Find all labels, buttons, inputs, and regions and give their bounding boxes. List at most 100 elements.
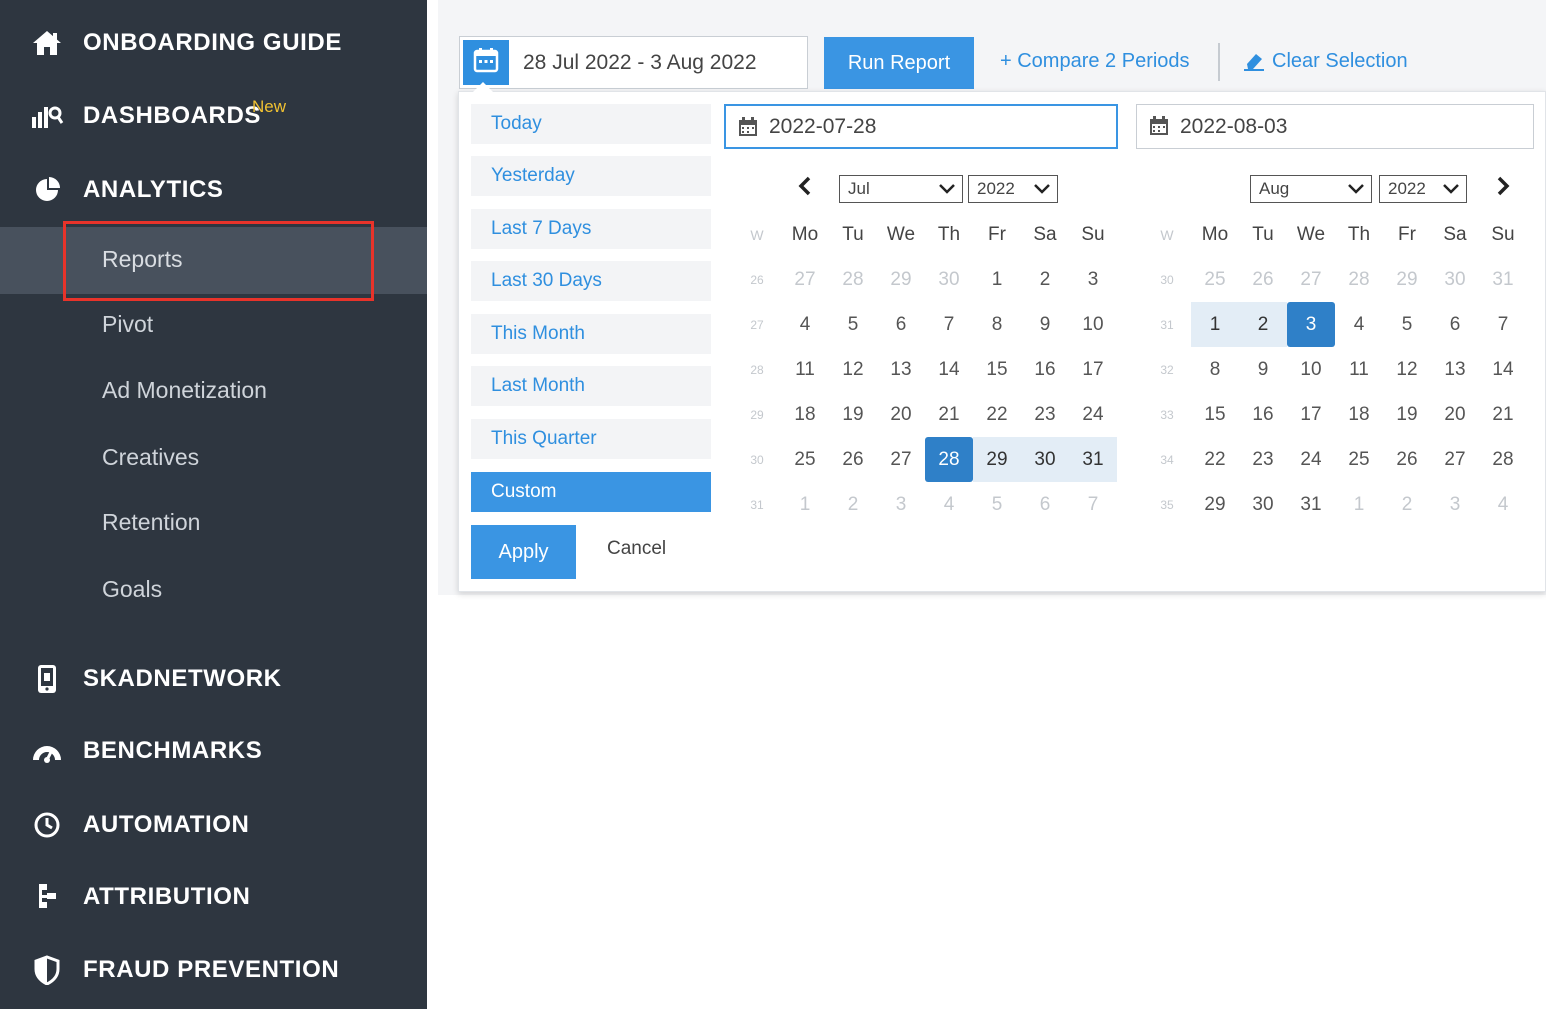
calendar-day[interactable]: 18 <box>1335 392 1383 437</box>
right-year-select[interactable]: 2022 <box>1379 175 1467 203</box>
compare-periods-link[interactable]: + Compare 2 Periods <box>1000 50 1190 73</box>
nav-dashboards[interactable]: DASHBOARDS New <box>0 86 427 146</box>
calendar-day[interactable]: 22 <box>973 392 1021 437</box>
calendar-day[interactable]: 3 <box>1069 257 1117 302</box>
sub-item-ad-monetization[interactable]: Ad Monetization <box>102 377 267 404</box>
calendar-day[interactable]: 13 <box>877 347 925 392</box>
sub-item-pivot[interactable]: Pivot <box>102 311 153 338</box>
calendar-day[interactable]: 8 <box>1191 347 1239 392</box>
preset-last-30-days[interactable]: Last 30 Days <box>471 261 711 301</box>
calendar-day[interactable]: 28 <box>1479 437 1527 482</box>
calendar-day[interactable]: 25 <box>781 437 829 482</box>
calendar-day[interactable]: 3 <box>1287 302 1335 347</box>
calendar-day[interactable]: 7 <box>1479 302 1527 347</box>
preset-this-quarter[interactable]: This Quarter <box>471 419 711 459</box>
calendar-day[interactable]: 28 <box>829 257 877 302</box>
right-month-select[interactable]: Aug <box>1250 175 1372 203</box>
calendar-day[interactable]: 15 <box>973 347 1021 392</box>
calendar-day[interactable]: 23 <box>1021 392 1069 437</box>
nav-automation[interactable]: AUTOMATION <box>0 795 427 855</box>
calendar-day[interactable]: 30 <box>1239 482 1287 527</box>
calendar-day[interactable]: 27 <box>781 257 829 302</box>
calendar-day[interactable]: 10 <box>1069 302 1117 347</box>
preset-custom[interactable]: Custom <box>471 472 711 512</box>
calendar-day[interactable]: 27 <box>877 437 925 482</box>
calendar-day[interactable]: 19 <box>1383 392 1431 437</box>
calendar-day[interactable]: 1 <box>1335 482 1383 527</box>
apply-button[interactable]: Apply <box>471 525 576 579</box>
calendar-day[interactable]: 4 <box>1335 302 1383 347</box>
calendar-day[interactable]: 6 <box>1431 302 1479 347</box>
calendar-day[interactable]: 20 <box>1431 392 1479 437</box>
calendar-day[interactable]: 4 <box>925 482 973 527</box>
calendar-button[interactable] <box>463 40 509 85</box>
sub-item-retention[interactable]: Retention <box>102 509 200 536</box>
calendar-day[interactable]: 4 <box>781 302 829 347</box>
left-month-select[interactable]: Jul <box>839 175 963 203</box>
calendar-day[interactable]: 21 <box>1479 392 1527 437</box>
calendar-day[interactable]: 30 <box>1021 437 1069 482</box>
calendar-day[interactable]: 1 <box>1191 302 1239 347</box>
calendar-day[interactable]: 31 <box>1479 257 1527 302</box>
calendar-day[interactable]: 5 <box>1383 302 1431 347</box>
calendar-day[interactable]: 14 <box>1479 347 1527 392</box>
calendar-day[interactable]: 6 <box>1021 482 1069 527</box>
calendar-day[interactable]: 4 <box>1479 482 1527 527</box>
calendar-day[interactable]: 19 <box>829 392 877 437</box>
calendar-day[interactable]: 18 <box>781 392 829 437</box>
calendar-day[interactable]: 3 <box>877 482 925 527</box>
calendar-day[interactable]: 20 <box>877 392 925 437</box>
calendar-day[interactable]: 30 <box>1431 257 1479 302</box>
calendar-day[interactable]: 29 <box>1191 482 1239 527</box>
calendar-day[interactable]: 8 <box>973 302 1021 347</box>
calendar-day[interactable]: 2 <box>829 482 877 527</box>
start-date-input[interactable]: 2022-07-28 <box>724 104 1118 149</box>
calendar-day[interactable]: 12 <box>1383 347 1431 392</box>
preset-last-7-days[interactable]: Last 7 Days <box>471 209 711 249</box>
calendar-day[interactable]: 29 <box>877 257 925 302</box>
calendar-day[interactable]: 2 <box>1383 482 1431 527</box>
calendar-day[interactable]: 25 <box>1335 437 1383 482</box>
calendar-day[interactable]: 11 <box>1335 347 1383 392</box>
calendar-day[interactable]: 5 <box>829 302 877 347</box>
calendar-day[interactable]: 2 <box>1021 257 1069 302</box>
calendar-day[interactable]: 26 <box>1239 257 1287 302</box>
calendar-day[interactable]: 9 <box>1021 302 1069 347</box>
calendar-day[interactable]: 31 <box>1069 437 1117 482</box>
calendar-day[interactable]: 22 <box>1191 437 1239 482</box>
calendar-day[interactable]: 2 <box>1239 302 1287 347</box>
calendar-day[interactable]: 16 <box>1239 392 1287 437</box>
calendar-day[interactable]: 9 <box>1239 347 1287 392</box>
date-range-field[interactable]: 28 Jul 2022 - 3 Aug 2022 <box>459 36 808 89</box>
cancel-button[interactable]: Cancel <box>607 538 666 560</box>
calendar-day[interactable]: 10 <box>1287 347 1335 392</box>
prev-month-button[interactable] <box>793 176 817 200</box>
calendar-day[interactable]: 1 <box>781 482 829 527</box>
nav-analytics[interactable]: ANALYTICS <box>0 160 427 220</box>
calendar-day[interactable]: 26 <box>1383 437 1431 482</box>
run-report-button[interactable]: Run Report <box>824 37 974 89</box>
calendar-day[interactable]: 30 <box>925 257 973 302</box>
calendar-day[interactable]: 31 <box>1287 482 1335 527</box>
preset-yesterday[interactable]: Yesterday <box>471 156 711 196</box>
nav-benchmarks[interactable]: BENCHMARKS <box>0 721 427 781</box>
calendar-day[interactable]: 27 <box>1287 257 1335 302</box>
nav-skadnetwork[interactable]: SKADNETWORK <box>0 649 427 709</box>
nav-attribution[interactable]: ATTRIBUTION <box>0 867 427 927</box>
calendar-day[interactable]: 21 <box>925 392 973 437</box>
sub-item-goals[interactable]: Goals <box>102 576 162 603</box>
calendar-day[interactable]: 1 <box>973 257 1021 302</box>
calendar-day[interactable]: 26 <box>829 437 877 482</box>
nav-fraud-prevention[interactable]: FRAUD PREVENTION <box>0 940 427 1000</box>
left-year-select[interactable]: 2022 <box>968 175 1058 203</box>
calendar-day[interactable]: 25 <box>1191 257 1239 302</box>
end-date-input[interactable]: 2022-08-03 <box>1136 104 1534 149</box>
calendar-day[interactable]: 13 <box>1431 347 1479 392</box>
calendar-day[interactable]: 5 <box>973 482 1021 527</box>
next-month-button[interactable] <box>1491 176 1515 200</box>
calendar-day[interactable]: 7 <box>925 302 973 347</box>
calendar-day[interactable]: 24 <box>1287 437 1335 482</box>
calendar-day[interactable]: 15 <box>1191 392 1239 437</box>
clear-selection-link[interactable]: Clear Selection <box>1272 50 1408 73</box>
calendar-day[interactable]: 27 <box>1431 437 1479 482</box>
